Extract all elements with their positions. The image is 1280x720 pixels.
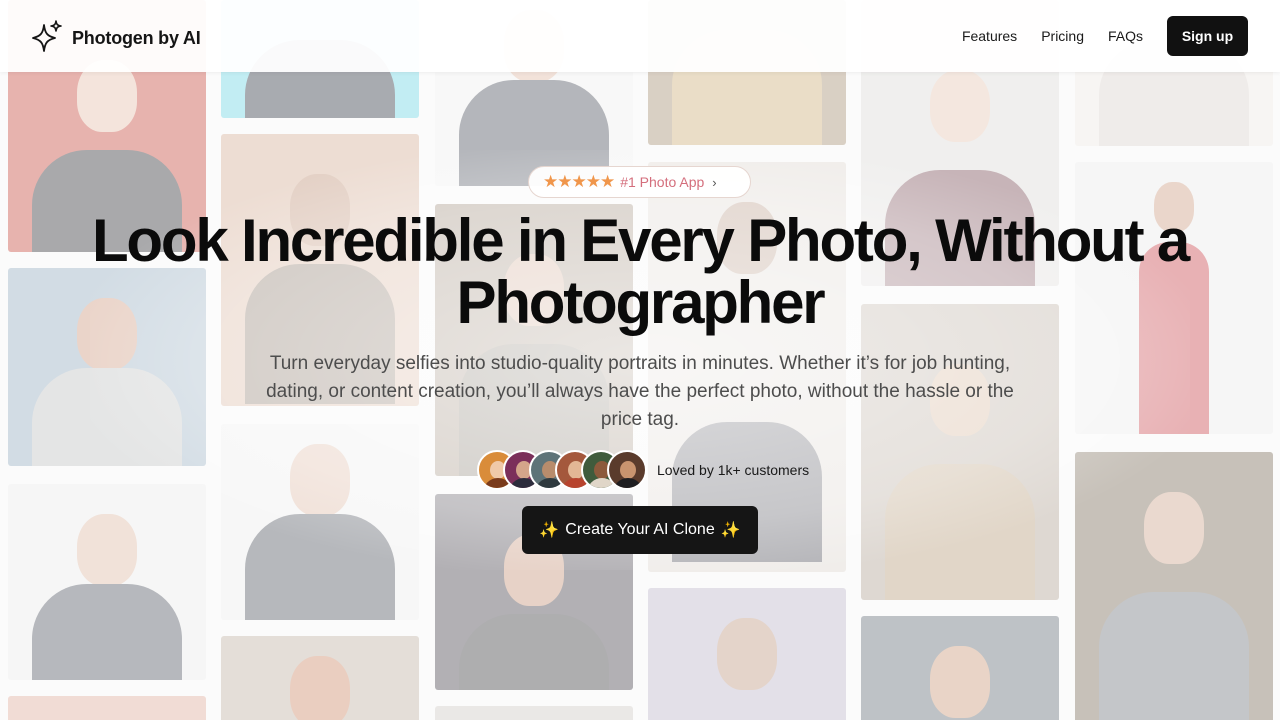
hero-subtext: Turn everyday selfies into studio-qualit… <box>266 353 1014 430</box>
chevron-right-icon: › <box>712 174 717 190</box>
cta-label: Create Your AI Clone <box>565 521 715 538</box>
signup-button[interactable]: Sign up <box>1167 16 1248 56</box>
brand-logo-link[interactable]: Photogen by AI <box>32 20 201 57</box>
create-ai-clone-button[interactable]: ✨ Create Your AI Clone ✨ <box>522 506 758 554</box>
avatar <box>607 450 647 490</box>
sparkles-icon <box>32 20 62 57</box>
customer-count-text: Loved by 1k+ customers <box>657 462 810 478</box>
customer-avatars <box>477 450 647 490</box>
nav-links: Features Pricing FAQs Sign up <box>962 16 1248 56</box>
nav-link-pricing[interactable]: Pricing <box>1041 16 1084 56</box>
hero-headline: Look Incredible in Every Photo, Without … <box>91 207 1190 336</box>
badge-text: #1 Photo App <box>620 174 705 190</box>
social-proof: Loved by 1k+ customers <box>477 450 809 490</box>
rating-badge[interactable]: ★★★★★ #1 Photo App › <box>528 166 751 198</box>
nav-link-faqs[interactable]: FAQs <box>1108 16 1143 56</box>
sparkle-icon: ✨ <box>720 522 741 539</box>
sparkle-icon: ✨ <box>539 522 560 539</box>
top-navbar: Photogen by AI Features Pricing FAQs Sig… <box>0 0 1280 72</box>
star-rating-icons: ★★★★★ <box>543 172 615 191</box>
brand-name: Photogen by AI <box>72 28 201 48</box>
nav-link-features[interactable]: Features <box>962 16 1017 56</box>
